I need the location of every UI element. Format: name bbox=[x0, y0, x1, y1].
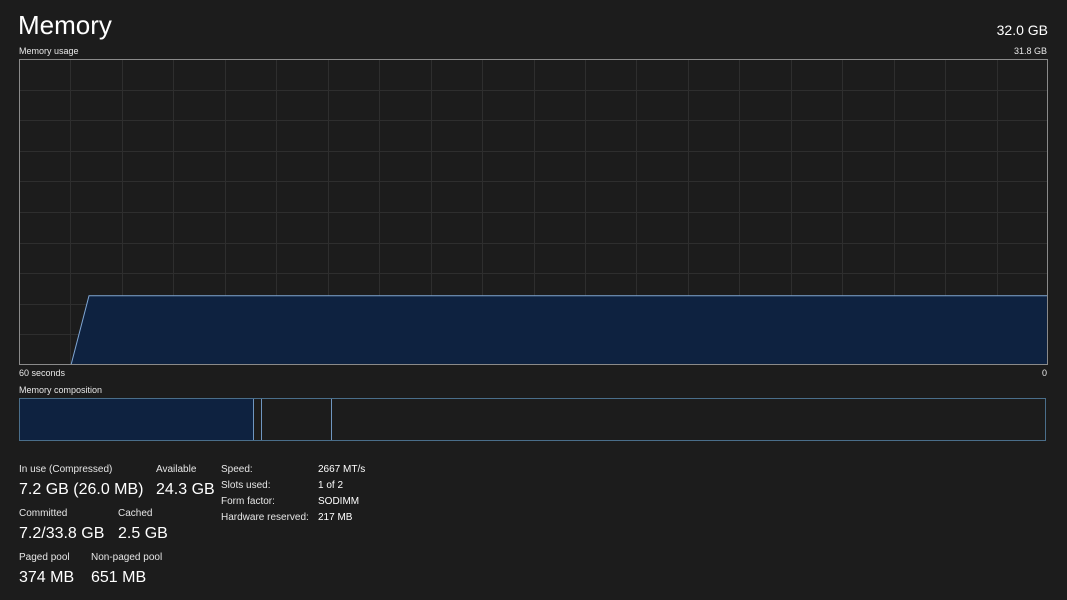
total-memory: 32.0 GB bbox=[996, 22, 1048, 38]
page-title: Memory bbox=[18, 10, 112, 40]
spec-speed-label: Speed: bbox=[221, 464, 253, 475]
spec-hardware-reserved-value: 217 MB bbox=[318, 512, 353, 523]
spec-form-factor-value: SODIMM bbox=[318, 496, 360, 507]
non-paged-pool-value: 651 MB bbox=[91, 569, 147, 586]
available-value: 24.3 GB bbox=[156, 481, 215, 498]
zero-label: 0 bbox=[1041, 368, 1047, 378]
paged-pool-value: 374 MB bbox=[19, 569, 75, 586]
non-paged-pool-label: Non-paged pool bbox=[91, 552, 163, 563]
spec-form-factor-label: Form factor: bbox=[221, 496, 275, 507]
composition-in-use-segment bbox=[20, 399, 254, 440]
spec-speed-value: 2667 MT/s bbox=[318, 464, 366, 475]
in-use-label: In use (Compressed) bbox=[19, 464, 113, 475]
spec-slots-value: 1 of 2 bbox=[318, 480, 344, 491]
composition-standby-segment bbox=[262, 399, 332, 440]
memory-usage-label: Memory usage bbox=[19, 46, 79, 56]
time-span-label: 60 seconds bbox=[19, 368, 66, 378]
spec-slots-label: Slots used: bbox=[221, 480, 271, 491]
committed-value: 7.2/33.8 GB bbox=[19, 525, 105, 542]
in-use-value: 7.2 GB (26.0 MB) bbox=[19, 481, 144, 498]
spec-hardware-reserved-label: Hardware reserved: bbox=[221, 512, 309, 523]
available-label: Available bbox=[156, 464, 197, 475]
committed-label: Committed bbox=[19, 508, 68, 519]
memory-composition-label: Memory composition bbox=[19, 385, 103, 395]
composition-modified-segment bbox=[254, 399, 262, 440]
memory-usage-max-label: 31.8 GB bbox=[1013, 46, 1047, 56]
cached-value: 2.5 GB bbox=[118, 525, 168, 542]
memory-usage-area bbox=[19, 295, 1048, 365]
paged-pool-label: Paged pool bbox=[19, 552, 70, 563]
memory-composition-bar bbox=[19, 398, 1046, 441]
cached-label: Cached bbox=[118, 508, 153, 519]
memory-usage-graph bbox=[19, 59, 1048, 365]
